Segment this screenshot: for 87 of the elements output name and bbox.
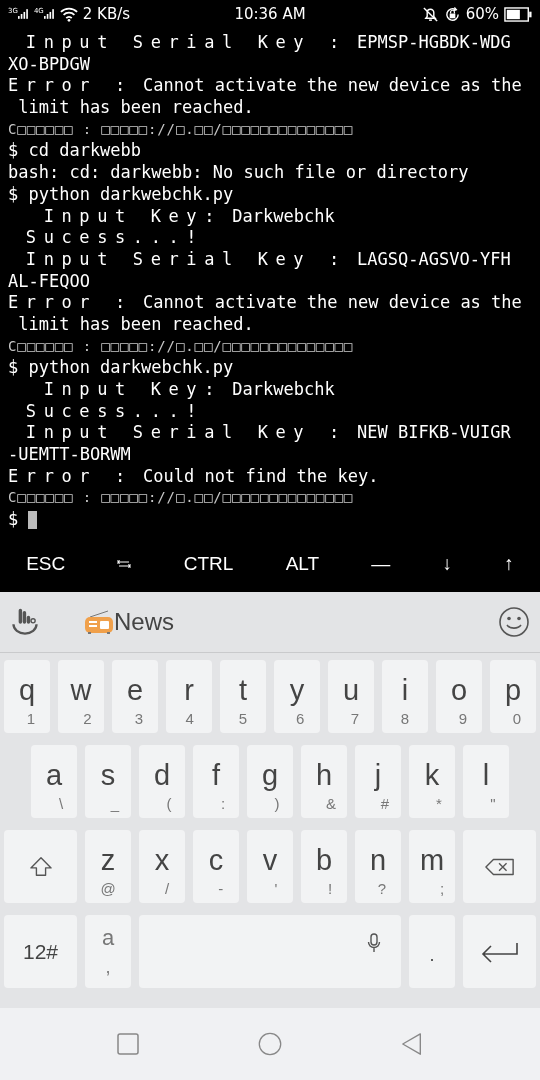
terminal-text: Cannot activate the new device as the <box>142 292 522 314</box>
emoji-icon[interactable] <box>498 606 530 638</box>
radio-icon <box>84 609 114 635</box>
letter-key[interactable]: b ! <box>301 830 347 903</box>
terminal-text: Error : <box>8 75 133 98</box>
letter-key[interactable]: c - <box>193 830 239 903</box>
terminal-text: C□□□□□□ : □□□□□://□.□□/□□□□□□□□□□□□□□ <box>8 336 354 356</box>
terminal-text: -UEMTT-BORWM <box>8 444 131 466</box>
terminal-text: AL-FEQOO <box>8 270 90 293</box>
network-speed: 2 KB/s <box>82 5 131 23</box>
terminal-text: Cannot activate the new device as the <box>142 75 522 98</box>
letter-key[interactable]: k * <box>409 745 455 818</box>
terminal-text: Input Serial Key : <box>24 32 347 54</box>
letter-key[interactable]: h & <box>301 745 347 818</box>
letter-key[interactable]: q 1 <box>4 660 50 733</box>
signal-icon <box>17 8 29 20</box>
circle-icon[interactable] <box>258 1032 282 1056</box>
terminal-text: Darkwebchk <box>231 205 335 228</box>
terminal-text: EPMSP-HGBDK-WDG <box>356 32 511 54</box>
terminal-text: Input Serial Key : <box>24 248 347 271</box>
terminal-text: $ python darkwebchk.py <box>8 357 234 379</box>
hand-smile-icon[interactable] <box>10 607 40 637</box>
battery-percent: 60% <box>465 5 499 23</box>
terminal-text: C□□□□□□ : □□□□□://□.□□/□□□□□□□□□□□□□□ <box>8 488 354 508</box>
letter-key[interactable]: g ) <box>247 745 293 818</box>
letter-key[interactable]: a \ <box>31 745 77 818</box>
letter-key[interactable]: l " <box>463 745 509 818</box>
letter-key[interactable]: o 9 <box>436 660 482 733</box>
letter-key[interactable]: t 5 <box>220 660 266 733</box>
extra-key[interactable]: — <box>365 551 397 577</box>
letter-key[interactable]: p 0 <box>490 660 536 733</box>
terminal-text: XO-BPDGW <box>8 53 90 76</box>
terminal-text: Sucess...! <box>24 227 205 249</box>
terminal-text: Error : <box>8 465 133 488</box>
extra-key[interactable]: ↑ <box>498 551 520 577</box>
extra-key[interactable]: ESC <box>20 551 72 577</box>
terminal-text: Input Serial Key : <box>24 422 347 445</box>
signal-icon <box>43 8 55 20</box>
terminal-text: Sucess...! <box>24 400 205 423</box>
microphone-icon <box>367 933 381 953</box>
terminal-text: $ python darkwebchk.py <box>8 183 234 206</box>
terminal-text: NEW BIFKB-VUIGR <box>356 422 511 445</box>
period-key[interactable]: . <box>409 915 455 988</box>
terminal-text: Could not find the key. <box>142 465 379 488</box>
square-icon[interactable] <box>116 1032 140 1056</box>
letter-key[interactable]: n ? <box>355 830 401 903</box>
enter-key[interactable] <box>463 915 536 988</box>
extra-key[interactable]: CTRL <box>177 551 240 577</box>
extra-key[interactable]: ↓ <box>436 551 459 577</box>
letter-key[interactable]: s _ <box>85 745 131 818</box>
symbols-key[interactable]: 12# <box>4 915 77 988</box>
letter-key[interactable]: r 4 <box>166 660 212 733</box>
terminal-text: $ cd darkwebb <box>8 140 142 163</box>
letter-key[interactable]: m ; <box>409 830 455 903</box>
letter-key[interactable]: d ( <box>139 745 185 818</box>
rotation-lock-icon <box>443 5 461 23</box>
backspace-key[interactable] <box>463 830 536 903</box>
clock-time: 10:36 AM <box>234 5 306 23</box>
terminal-text: $ <box>8 509 19 531</box>
letter-key[interactable]: v ' <box>247 830 293 903</box>
tab-arrows-icon <box>117 559 132 569</box>
bell-off-icon <box>421 5 439 23</box>
letter-key[interactable]: e 3 <box>112 660 158 733</box>
terminal-text: LAGSQ-AGSVO-YFH <box>356 248 511 271</box>
letter-key[interactable]: i 8 <box>382 660 428 733</box>
terminal-text: Error : <box>8 292 133 314</box>
comma-key[interactable]: a , <box>85 915 131 988</box>
letter-key[interactable]: z @ <box>85 830 131 903</box>
terminal-text: Input Key: <box>42 379 223 401</box>
letter-key[interactable]: y 6 <box>274 660 320 733</box>
back-triangle-icon[interactable] <box>400 1032 424 1056</box>
terminal-text: Input Key: <box>42 205 223 228</box>
letter-key[interactable]: f : <box>193 745 239 818</box>
terminal-text: limit has been reached. <box>17 313 254 336</box>
wifi-icon <box>59 6 78 22</box>
terminal-text: bash: cd: darkwebb: No such file or directory <box>8 162 469 184</box>
extra-key[interactable]: ALT <box>279 551 326 577</box>
letter-key[interactable]: j # <box>355 745 401 818</box>
letter-key[interactable]: w 2 <box>58 660 104 733</box>
terminal-text: C□□□□□□ : □□□□□://□.□□/□□□□□□□□□□□□□□ <box>8 119 354 139</box>
battery-icon <box>504 6 532 22</box>
terminal-text: Darkwebchk <box>231 379 335 401</box>
letter-key[interactable]: x / <box>139 830 185 903</box>
terminal-text: limit has been reached. <box>17 97 254 119</box>
letter-key[interactable]: u 7 <box>328 660 374 733</box>
text-cursor <box>28 510 38 529</box>
news-link[interactable]: News <box>114 608 174 636</box>
